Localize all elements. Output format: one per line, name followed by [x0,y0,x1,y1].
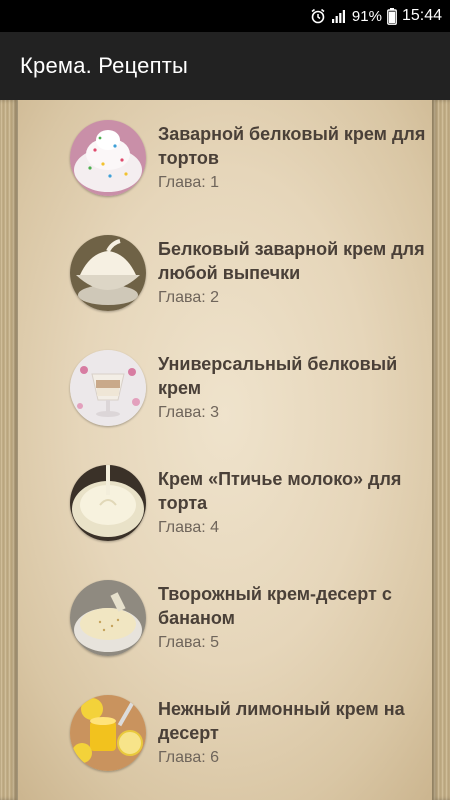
recipe-item-3[interactable]: Универсальный белковый крем Глава: 3 [0,330,450,430]
recipe-chapter: Глава: 3 [158,404,220,421]
page-title: Крема. Рецепты [20,53,189,78]
recipe-list-background: Заварной белковый крем для тортов Глава:… [0,100,450,800]
recipe-item-1[interactable]: Заварной белковый крем для тортов Глава:… [0,100,450,200]
recipe-thumbnail [70,580,146,656]
recipe-title: Крем «Птичье молоко» для торта [158,469,402,513]
status-bar: 91% 15:44 [0,0,450,32]
recipe-chapter: Глава: 6 [158,749,220,766]
recipe-title: Нежный лимонный крем на десерт [158,699,405,743]
recipe-item-4[interactable]: Крем «Птичье молоко» для торта Глава: 4 [0,445,450,545]
app-bar: Крема. Рецепты [0,32,450,100]
recipe-thumbnail [70,350,146,426]
recipe-title: Творожный крем-десерт с бананом [158,584,392,628]
recipe-item-5[interactable]: Творожный крем-десерт с бананом Глава: 5 [0,560,450,660]
recipe-thumbnail [70,235,146,311]
recipe-thumbnail [70,465,146,541]
recipe-title: Белковый заварной крем для любой выпечки [158,239,425,283]
recipe-title: Заварной белковый крем для тортов [158,124,426,168]
recipe-chapter: Глава: 2 [158,289,220,306]
alarm-icon [310,8,326,24]
recipe-thumbnail [70,695,146,771]
recipe-chapter: Глава: 4 [158,519,220,536]
clock: 15:44 [401,7,442,24]
recipe-item-6[interactable]: Нежный лимонный крем на десерт Глава: 6 [0,675,450,775]
battery-text: 91% [351,7,382,25]
recipe-thumbnail [70,120,146,196]
recipe-chapter: Глава: 1 [158,174,220,191]
signal-icon [331,8,347,24]
recipe-chapter: Глава: 5 [158,634,220,651]
battery-icon [387,7,397,25]
recipe-title: Универсальный белковый крем [158,354,398,398]
recipe-item-2[interactable]: Белковый заварной крем для любой выпечки… [0,215,450,315]
